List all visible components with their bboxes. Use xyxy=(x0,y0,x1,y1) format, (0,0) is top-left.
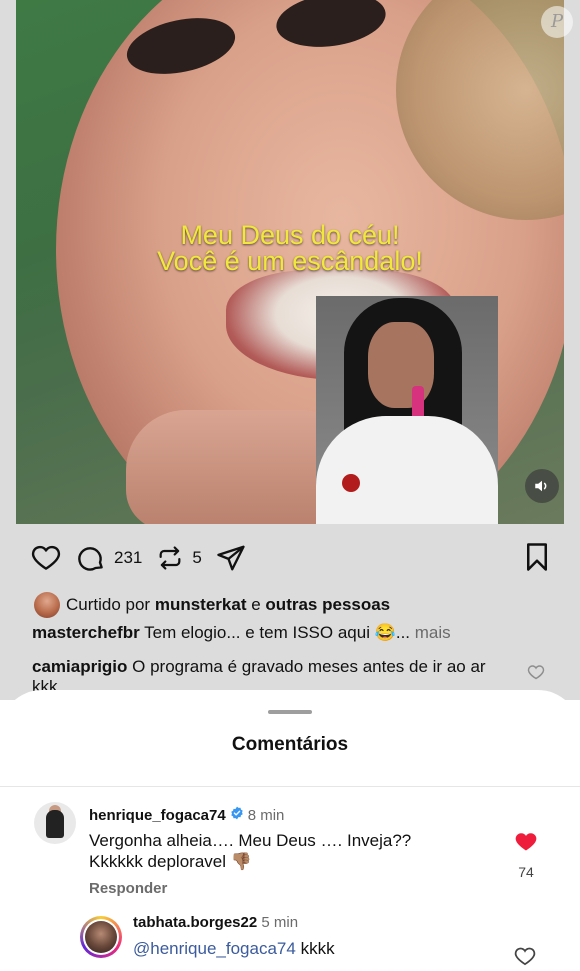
reply-like-button[interactable] xyxy=(514,946,536,971)
reply-text: @henrique_fogaca74 kkkk xyxy=(133,939,335,959)
repost-button[interactable]: 5 xyxy=(156,543,202,573)
liked-by-user[interactable]: munsterkat xyxy=(155,595,247,615)
video-caption: Meu Deus do céu! Você é um escândalo! xyxy=(16,220,564,276)
watermark-badge: P xyxy=(541,6,573,38)
overlay-sticker xyxy=(316,296,498,524)
preview-comment-user[interactable]: camiaprigio xyxy=(32,657,127,676)
like-button[interactable] xyxy=(30,543,62,573)
avatar-body xyxy=(46,810,64,838)
avatar-photo xyxy=(85,921,117,953)
heart-icon xyxy=(31,545,61,570)
liked-by-and: e xyxy=(251,595,261,614)
sound-toggle-button[interactable] xyxy=(525,469,559,503)
comment-count: 231 xyxy=(114,548,143,567)
more-link[interactable]: mais xyxy=(415,623,451,642)
video-caption-line1: Meu Deus do céu! xyxy=(180,220,400,250)
reply-username[interactable]: tabhata.borges22 xyxy=(133,914,257,931)
heart-filled-icon xyxy=(515,833,537,851)
sheet-title: Comentários xyxy=(231,734,349,755)
video-caption-line2: Você é um escândalo! xyxy=(157,246,423,276)
sticker-rose xyxy=(342,474,360,492)
comment-time: 8 min xyxy=(247,806,285,824)
post-author[interactable]: masterchefbr xyxy=(32,623,140,642)
preview-comment-like-button[interactable] xyxy=(527,664,545,685)
comment-header: henrique_fogaca74 8 min xyxy=(89,806,284,824)
send-icon xyxy=(217,545,245,571)
repost-icon xyxy=(159,546,181,570)
reply-mention[interactable]: @henrique_fogaca74 xyxy=(133,939,296,958)
post-action-bar: 231 5 xyxy=(30,538,550,578)
sticker-shirt xyxy=(316,416,498,524)
comment-like-button[interactable] xyxy=(514,830,538,857)
reply-button[interactable]: Responder xyxy=(89,880,167,897)
repost-count: 5 xyxy=(192,548,202,567)
post-caption-text: Tem elogio... e tem ISSO aqui 😂... xyxy=(144,623,411,642)
reply-avatar[interactable] xyxy=(80,916,122,958)
comment-icon xyxy=(78,547,103,571)
heart-icon xyxy=(527,665,545,680)
comment-avatar[interactable] xyxy=(34,802,76,844)
heart-icon xyxy=(514,947,536,966)
speaker-icon xyxy=(535,480,547,492)
verified-badge-icon xyxy=(230,806,244,824)
reply-body: kkkk xyxy=(300,939,335,958)
sheet-grabber[interactable] xyxy=(268,710,312,714)
liked-by-prefix: Curtido por xyxy=(66,595,151,614)
post-caption: masterchefbr Tem elogio... e tem ISSO aq… xyxy=(32,623,451,643)
bookmark-icon xyxy=(527,543,547,571)
sheet-divider xyxy=(0,786,580,787)
share-button[interactable] xyxy=(216,543,246,573)
reply-time: 5 min xyxy=(261,914,299,931)
comment-like-count: 74 xyxy=(518,864,534,880)
liked-by-row[interactable]: Curtido por munsterkat e outras pessoas xyxy=(34,592,390,618)
comment-text: Vergonha alheia…. Meu Deus …. Inveja?? K… xyxy=(89,831,412,871)
comments-sheet: Comentários henrique_fogaca74 8 min Verg… xyxy=(0,690,580,970)
save-button[interactable] xyxy=(524,542,550,577)
comment-username[interactable]: henrique_fogaca74 xyxy=(89,807,226,824)
sticker-face xyxy=(368,322,434,408)
liked-by-others[interactable]: outras pessoas xyxy=(265,595,390,615)
post-video[interactable]: Meu Deus do céu! Você é um escândalo! xyxy=(16,0,564,524)
liked-by-avatar xyxy=(34,592,60,618)
comment-button[interactable]: 231 xyxy=(76,543,142,573)
reply-header: tabhata.borges22 5 min xyxy=(133,914,298,931)
